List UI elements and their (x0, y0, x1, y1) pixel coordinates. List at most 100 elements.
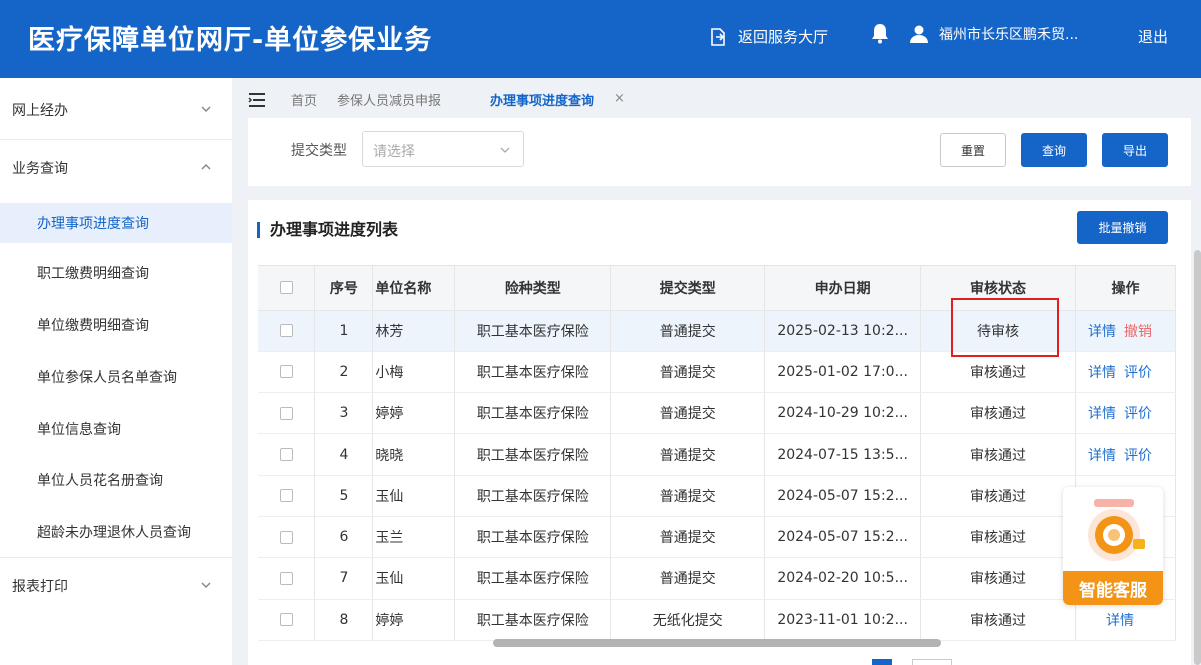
cell-status: 审核通过 (920, 433, 1076, 476)
filter-panel: 提交类型 请选择 重置 查询 导出 (248, 118, 1191, 186)
submit-type-select[interactable]: 请选择 (362, 131, 524, 167)
menu-toggle-icon[interactable] (248, 92, 266, 111)
cancel-link[interactable]: 撤销 (1124, 324, 1152, 340)
cell-date: 2024-05-07 15:2... (764, 516, 922, 559)
cell-date: 2024-02-20 10:5... (764, 557, 922, 600)
cell-status: 审核通过 (920, 351, 1076, 394)
batch-cancel-button[interactable]: 批量撤销 (1077, 211, 1168, 244)
header-apply-date: 申办日期 (764, 266, 922, 311)
select-placeholder: 请选择 (373, 144, 415, 160)
sidebar-item-progress-query[interactable]: 办理事项进度查询 (0, 203, 232, 243)
cell-status: 审核通过 (920, 557, 1076, 600)
detail-link[interactable]: 详情 (1088, 406, 1116, 422)
smart-service-widget[interactable]: 智能客服 (1063, 487, 1163, 605)
sidebar-item-insured-list[interactable]: 单位参保人员名单查询 (0, 357, 232, 397)
tab-reduce-declaration[interactable]: 参保人员减员申报 (337, 90, 441, 109)
row-checkbox[interactable] (279, 365, 293, 379)
sidebar-item-label: 单位参保人员名单查询 (37, 370, 177, 386)
sidebar-item-label: 单位缴费明细查询 (37, 318, 149, 334)
cell-date: 2024-10-29 10:2... (764, 392, 922, 435)
bell-icon (870, 23, 890, 44)
cell-status: 审核通过 (920, 392, 1076, 435)
evaluate-link[interactable]: 评价 (1124, 448, 1152, 464)
sidebar-group-report-print[interactable]: 报表打印 (0, 557, 232, 615)
cell-seq: 3 (314, 392, 374, 435)
cell-submit-type: 普通提交 (610, 475, 766, 517)
pager-current-page[interactable] (872, 659, 892, 665)
cell-name: 婷婷 (372, 599, 456, 641)
row-checkbox[interactable] (279, 613, 293, 627)
user-icon (909, 24, 929, 44)
cell-name: 晓晓 (372, 433, 456, 476)
table-row: 5 玉仙 职工基本医疗保险 普通提交 2024-05-07 15:2... 审核… (258, 475, 1176, 517)
smart-service-label: 智能客服 (1063, 571, 1163, 605)
sidebar-item-label: 单位人员花名册查询 (37, 473, 163, 489)
chevron-down-icon (201, 582, 211, 589)
select-all-header[interactable] (258, 266, 316, 311)
evaluate-link[interactable]: 评价 (1124, 365, 1152, 381)
cell-seq: 5 (314, 475, 374, 517)
cell-name: 玉仙 (372, 557, 456, 600)
table-row: 7 玉仙 职工基本医疗保险 普通提交 2024-02-20 10:5... 审核… (258, 557, 1176, 600)
sidebar-item-label: 职工缴费明细查询 (37, 266, 149, 282)
sidebar-item-label: 超龄未办理退休人员查询 (37, 525, 191, 541)
cell-submit-type: 无纸化提交 (610, 599, 766, 641)
cell-seq: 2 (314, 351, 374, 394)
tab-close-icon[interactable]: × (614, 91, 625, 106)
cell-date: 2023-11-01 10:2... (764, 599, 922, 641)
cell-insurance: 职工基本医疗保险 (454, 433, 612, 476)
horizontal-scrollbar[interactable] (493, 639, 941, 647)
row-checkbox[interactable] (279, 489, 293, 503)
cell-date: 2024-05-07 15:2... (764, 475, 922, 517)
row-checkbox[interactable] (279, 406, 293, 420)
detail-link[interactable]: 详情 (1088, 324, 1116, 340)
user-menu[interactable]: 福州市长乐区鹏禾贸... (909, 24, 1078, 44)
sidebar-item-unit-payment[interactable]: 单位缴费明细查询 (0, 305, 232, 345)
sidebar-item-employee-payment[interactable]: 职工缴费明细查询 (0, 253, 232, 293)
select-all-checkbox[interactable] (279, 281, 293, 295)
back-to-hall-link[interactable]: 返回服务大厅 (708, 26, 828, 47)
logout-link[interactable]: 退出 (1138, 26, 1168, 47)
cell-insurance: 职工基本医疗保险 (454, 475, 612, 517)
evaluate-link[interactable]: 评价 (1124, 406, 1152, 422)
sidebar-group-label: 网上经办 (12, 103, 68, 119)
row-checkbox[interactable] (279, 448, 293, 462)
sidebar-group-business-query[interactable]: 业务查询 (0, 139, 232, 197)
notification-bell[interactable] (870, 23, 900, 44)
reset-button[interactable]: 重置 (940, 133, 1006, 167)
cell-seq: 1 (314, 310, 374, 352)
robot-assistant-icon (1088, 499, 1145, 561)
cell-date: 2025-01-02 17:0... (764, 351, 922, 394)
sidebar-item-overage-retirement[interactable]: 超龄未办理退休人员查询 (0, 512, 232, 552)
header-audit-status: 审核状态 (920, 266, 1076, 311)
header-operations: 操作 (1075, 266, 1176, 311)
detail-link[interactable]: 详情 (1088, 365, 1116, 381)
cell-insurance: 职工基本医疗保险 (454, 557, 612, 600)
top-header: 医疗保障单位网厅-单位参保业务 返回服务大厅 福州市长乐区鹏禾贸... 退出 (0, 0, 1201, 78)
table-row: 3 婷婷 职工基本医疗保险 普通提交 2024-10-29 10:2... 审核… (258, 392, 1176, 435)
cell-ops: 详情 (1075, 599, 1176, 641)
table-header-row: 序号 单位名称 险种类型 提交类型 申办日期 审核状态 操作 (258, 266, 1176, 311)
app-title: 医疗保障单位网厅-单位参保业务 (28, 25, 433, 56)
sidebar-item-label: 办理事项进度查询 (37, 216, 149, 232)
header-insurance-type: 险种类型 (454, 266, 612, 311)
row-checkbox[interactable] (279, 571, 293, 585)
row-checkbox[interactable] (279, 324, 293, 338)
detail-link[interactable]: 详情 (1088, 448, 1116, 464)
sidebar-item-unit-info[interactable]: 单位信息查询 (0, 409, 232, 449)
table-row: 1 林芳 职工基本医疗保险 普通提交 2025-02-13 10:2... 待审… (258, 310, 1176, 352)
vertical-scrollbar[interactable] (1194, 250, 1201, 665)
detail-link[interactable]: 详情 (1106, 613, 1134, 629)
sidebar-item-roster[interactable]: 单位人员花名册查询 (0, 460, 232, 500)
pager-next[interactable] (912, 659, 952, 665)
chevron-up-icon (201, 163, 211, 170)
row-checkbox[interactable] (279, 530, 293, 544)
tab-home[interactable]: 首页 (291, 90, 317, 109)
sidebar-group-online-handling[interactable]: 网上经办 (0, 81, 232, 139)
chevron-down-icon (201, 106, 211, 113)
query-button[interactable]: 查询 (1021, 133, 1087, 167)
tab-progress-query[interactable]: 办理事项进度查询 (490, 90, 594, 109)
cell-ops: 详情 撤销 (1075, 310, 1176, 352)
table-panel-title: 办理事项进度列表 (257, 222, 398, 238)
export-button[interactable]: 导出 (1102, 133, 1168, 167)
